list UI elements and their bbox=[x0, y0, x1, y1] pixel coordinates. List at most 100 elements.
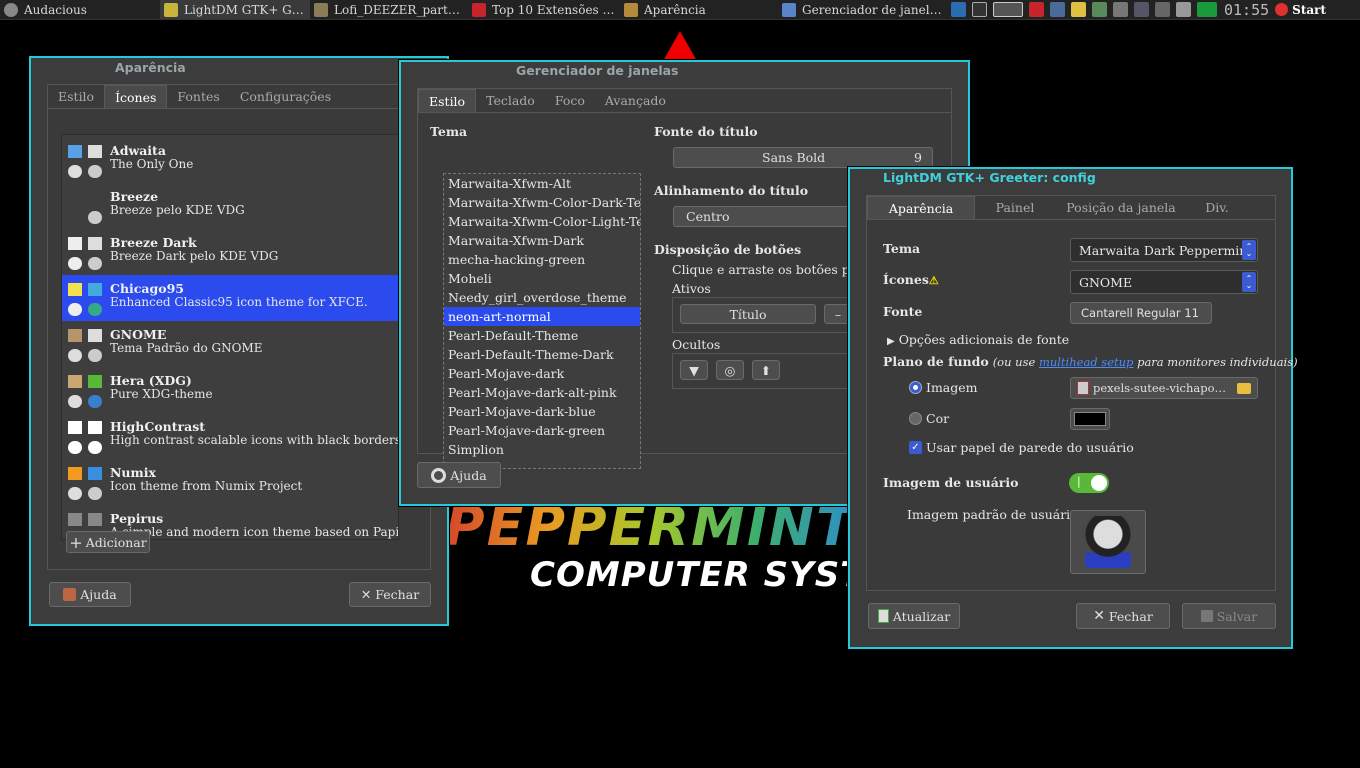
color-radio[interactable]: Cor bbox=[909, 411, 949, 426]
tab-fontes[interactable]: Fontes bbox=[167, 85, 229, 108]
globe-icon bbox=[88, 395, 102, 408]
user-avatar-icon bbox=[1085, 516, 1131, 568]
title-align-select[interactable]: Centro bbox=[673, 206, 873, 227]
task-vivaldi[interactable]: Top 10 Extensões G… bbox=[468, 0, 620, 19]
folder-icon bbox=[68, 329, 82, 342]
checkbox-checked-icon: ✓ bbox=[909, 441, 922, 454]
shade-button[interactable]: ◎ bbox=[716, 360, 744, 380]
task-audacious[interactable]: Audacious bbox=[0, 0, 160, 19]
tab-foco[interactable]: Foco bbox=[545, 89, 595, 112]
color-button[interactable] bbox=[1070, 408, 1110, 430]
wm-theme-item[interactable]: neon-art-normal bbox=[444, 307, 640, 326]
window-title: Gerenciador de janelas bbox=[516, 63, 679, 78]
wm-theme-item[interactable]: Simplion bbox=[444, 440, 640, 459]
user-wallpaper-checkbox[interactable]: ✓ Usar papel de parede do usuário bbox=[909, 440, 1134, 455]
triangle-down-icon: ▼ bbox=[689, 362, 699, 378]
spin-arrows-icon: ⌃ ⌄ bbox=[1242, 272, 1256, 292]
wm-theme-item[interactable]: Pearl-Default-Theme-Dark bbox=[444, 345, 640, 364]
save-button[interactable]: Salvar bbox=[1182, 603, 1276, 629]
help-lifebuoy-icon bbox=[431, 467, 447, 483]
stick-button[interactable]: ⬆ bbox=[752, 360, 780, 380]
network-icon[interactable] bbox=[1092, 2, 1107, 17]
clock[interactable]: 01:55 bbox=[1224, 1, 1269, 19]
wm-theme-item[interactable]: Marwaita-Xfwm-Color-Light-Text bbox=[444, 212, 640, 231]
wm-theme-item[interactable]: Pearl-Mojave-dark-green bbox=[444, 421, 640, 440]
icon-theme-row[interactable]: Breeze Dark Breeze Dark pelo KDE VDG bbox=[62, 229, 398, 275]
help-book-icon bbox=[63, 588, 77, 601]
monitor-icon[interactable] bbox=[1050, 2, 1065, 17]
wm-theme-list[interactable]: Marwaita-Xfwm-Alt Marwaita-Xfwm-Color-Dar… bbox=[443, 173, 641, 469]
menu-down-button[interactable]: ▼ bbox=[680, 360, 708, 380]
notes-icon[interactable] bbox=[1071, 2, 1086, 17]
icon-theme-row[interactable]: Breeze Breeze pelo KDE VDG bbox=[62, 183, 398, 229]
icon-theme-row[interactable]: Chicago95 Enhanced Classic95 icon theme f… bbox=[62, 275, 398, 321]
switch-on-mark: | bbox=[1077, 475, 1081, 488]
tab-painel[interactable]: Painel bbox=[975, 196, 1055, 219]
font-button[interactable]: Cantarell Regular 11 bbox=[1070, 302, 1212, 324]
icon-theme-row[interactable]: HighContrast High contrast scalable icons… bbox=[62, 413, 398, 459]
theme-select[interactable]: Marwaita Dark Peppermint ⌃ ⌄ bbox=[1070, 238, 1258, 262]
wm-theme-item[interactable]: Pearl-Default-Theme bbox=[444, 326, 640, 345]
tab-teclado[interactable]: Teclado bbox=[476, 89, 545, 112]
icon-theme-row[interactable]: Hera (XDG) Pure XDG-theme bbox=[62, 367, 398, 413]
help-button[interactable]: Ajuda bbox=[417, 462, 501, 488]
icon-theme-name: GNOME bbox=[110, 327, 167, 342]
start-button[interactable]: Start bbox=[1275, 3, 1326, 17]
refresh-button[interactable]: Atualizar bbox=[868, 603, 960, 629]
settings-icon[interactable] bbox=[1155, 2, 1170, 17]
task-lightdm[interactable]: LightDM GTK+ Gree… bbox=[160, 0, 310, 19]
icon-theme-row[interactable]: Numix Icon theme from Numix Project bbox=[62, 459, 398, 505]
terminal-icon[interactable] bbox=[972, 2, 987, 17]
add-theme-button[interactable]: + Adicionar bbox=[66, 531, 150, 553]
panel-icon[interactable] bbox=[951, 2, 966, 17]
task-aparencia[interactable]: Aparência bbox=[620, 0, 778, 19]
wm-theme-item[interactable]: Marwaita-Xfwm-Dark bbox=[444, 231, 640, 250]
icon-theme-row[interactable]: GNOME Tema Padrão do GNOME bbox=[62, 321, 398, 367]
task-wm[interactable]: Gerenciador de janel… bbox=[778, 0, 948, 19]
workspaces-icon[interactable] bbox=[993, 2, 1023, 17]
title-drag-button[interactable]: Título bbox=[680, 304, 816, 324]
wm-theme-item[interactable]: Marwaita-Xfwm-Alt bbox=[444, 174, 640, 193]
icon-theme-name: HighContrast bbox=[110, 419, 206, 434]
wm-theme-item[interactable]: Pearl-Mojave-dark-blue bbox=[444, 402, 640, 421]
icons-select[interactable]: GNOME ⌃ ⌄ bbox=[1070, 270, 1258, 294]
wm-theme-item[interactable]: Pearl-Mojave-dark bbox=[444, 364, 640, 383]
tab-bar: Estilo Teclado Foco Avançado bbox=[418, 89, 951, 113]
wm-theme-item[interactable]: mecha-hacking-green bbox=[444, 250, 640, 269]
folder-open-icon bbox=[1237, 382, 1251, 394]
wm-theme-item[interactable]: Moheli bbox=[444, 269, 640, 288]
image-radio[interactable]: Imagem bbox=[909, 380, 978, 395]
tab-configuracoes[interactable]: Configurações bbox=[230, 85, 341, 108]
close-icon: ✕ bbox=[1093, 608, 1105, 624]
close-button[interactable]: ✕ Fechar bbox=[1076, 603, 1170, 629]
icon-theme-list[interactable]: Adwaita The Only One Breeze Breeze pelo KDE… bbox=[61, 134, 399, 540]
tab-div[interactable]: Div. bbox=[1187, 196, 1247, 219]
battery-icon[interactable] bbox=[1113, 2, 1128, 17]
user-image-switch[interactable]: | bbox=[1069, 473, 1109, 493]
radio-selected-icon bbox=[909, 381, 922, 394]
tab-estilo[interactable]: Estilo bbox=[418, 89, 477, 112]
icon-theme-row[interactable]: Adwaita The Only One bbox=[62, 137, 398, 183]
wm-theme-item[interactable]: Marwaita-Xfwm-Color-Dark-Text bbox=[444, 193, 640, 212]
wm-theme-item[interactable]: Pearl-Mojave-dark-alt-pink bbox=[444, 383, 640, 402]
tab-posicao[interactable]: Posição da janela bbox=[1055, 196, 1187, 219]
globe-icon bbox=[88, 165, 102, 178]
vivaldi-tray-icon[interactable] bbox=[1029, 2, 1044, 17]
tab-avancado[interactable]: Avançado bbox=[595, 89, 676, 112]
display-icon[interactable] bbox=[1134, 2, 1149, 17]
multihead-link[interactable]: multihead setup bbox=[1039, 355, 1133, 369]
user-image-button[interactable] bbox=[1070, 510, 1146, 574]
tab-estilo[interactable]: Estilo bbox=[48, 85, 104, 108]
task-folder[interactable]: Lofi_DEEZER_part… bbox=[310, 0, 468, 19]
help-button[interactable]: Ajuda bbox=[49, 582, 131, 607]
image-file-chooser[interactable]: pexels-sutee-vichapo… bbox=[1070, 377, 1258, 399]
tab-icones[interactable]: Ícones bbox=[104, 85, 168, 108]
brazil-flag-icon[interactable] bbox=[1197, 2, 1217, 17]
radio-unselected-icon bbox=[909, 412, 922, 425]
title-font-button[interactable]: Sans Bold 9 bbox=[673, 147, 933, 168]
close-button[interactable]: ✕ Fechar bbox=[349, 582, 431, 607]
wm-theme-item[interactable]: Needy_girl_overdose_theme bbox=[444, 288, 640, 307]
volume-icon[interactable] bbox=[1176, 2, 1191, 17]
font-options-expander[interactable]: ▶ Opções adicionais de fonte bbox=[887, 332, 1069, 347]
tab-aparencia[interactable]: Aparência bbox=[867, 196, 975, 219]
